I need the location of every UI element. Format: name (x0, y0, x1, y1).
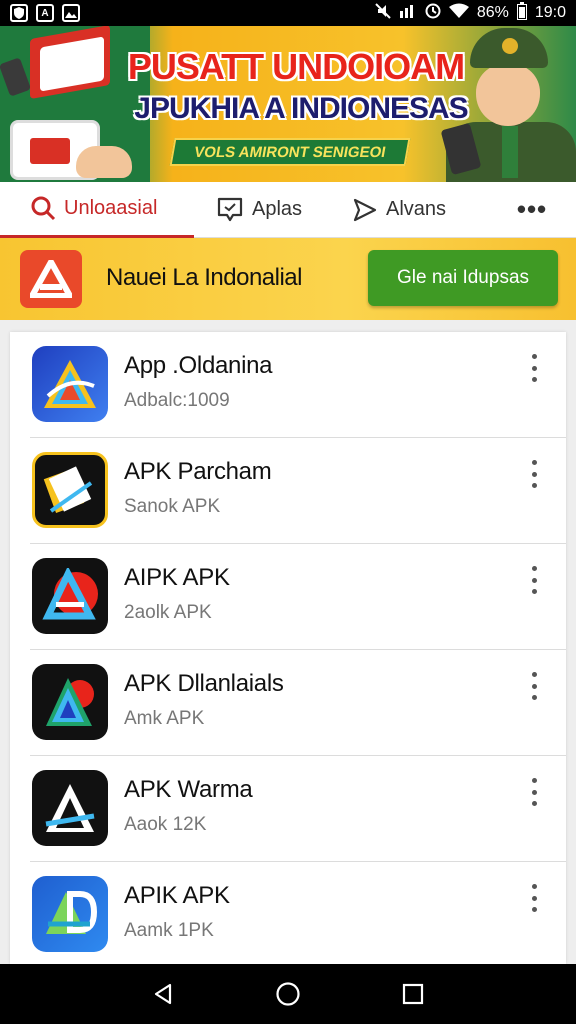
promo-banner[interactable]: PUSATT UNDOIOAM JPUKHIA A INDIONESAS VOL… (0, 26, 576, 182)
promo-title: Nauei La Indonalial (106, 264, 303, 291)
clock-icon (425, 3, 441, 23)
tab-send[interactable]: Alvans (330, 182, 488, 238)
more-options-icon[interactable] (528, 778, 540, 806)
back-icon[interactable] (143, 974, 183, 1014)
tab-apps[interactable]: Aplas (194, 182, 330, 238)
app-icon-red-a (32, 558, 108, 634)
tab-bar: Unloaasial Aplas Alvans ••• (0, 182, 576, 238)
app-subtitle: Adbalc:1009 (124, 390, 230, 411)
tab-label: Aplas (252, 198, 303, 220)
app-icon-teal-a (32, 664, 108, 740)
status-right-icons: 86% 19:0 (375, 2, 566, 24)
tab-search[interactable]: Unloaasial (0, 182, 194, 238)
more-options-icon[interactable] (528, 884, 540, 912)
more-icon[interactable]: ••• (488, 182, 576, 238)
app-name: APK Parcham (124, 458, 272, 485)
shield-icon (10, 4, 28, 22)
banner-title-line2: JPUKHIA A INDIONESAS (134, 92, 468, 125)
list-item[interactable]: APK Warma Aaok 12K (10, 756, 566, 862)
list-item[interactable]: APIK APK Aamk 1PK (10, 862, 566, 964)
data-icon (399, 3, 417, 23)
app-icon-blue-a (32, 346, 108, 422)
more-options-icon[interactable] (528, 672, 540, 700)
status-bar: A 86% 19:0 (0, 0, 576, 26)
home-icon[interactable] (268, 974, 308, 1014)
list-item[interactable]: App .Oldanina Adbalc:1009 (10, 332, 566, 438)
promo-cta-button[interactable]: Gle nai Idupsas (368, 250, 558, 306)
app-name: APK Warma (124, 776, 253, 803)
app-name: AIPK APK (124, 564, 230, 591)
chat-icon (216, 196, 244, 224)
app-subtitle: Amk APK (124, 708, 205, 729)
app-icon-white-a (32, 770, 108, 846)
system-nav-bar (0, 964, 576, 1024)
app-icon-yellow-stack (32, 452, 108, 528)
wifi-icon (448, 3, 469, 23)
app-name: APIK APK (124, 882, 230, 909)
app-list: App .Oldanina Adbalc:1009 APK Parcham Sa… (10, 332, 566, 964)
a-icon: A (36, 4, 54, 22)
app-icon-blue-square (32, 876, 108, 952)
list-item[interactable]: APK Parcham Sanok APK (10, 438, 566, 544)
app-subtitle: Aaok 12K (124, 814, 207, 835)
app-subtitle: Sanok APK (124, 496, 221, 517)
more-options-icon[interactable] (528, 354, 540, 382)
send-icon (352, 197, 378, 223)
battery-percent: 86% (476, 4, 509, 21)
app-name: App .Oldanina (124, 352, 273, 379)
list-item[interactable]: APK Dllanlaials Amk APK (10, 650, 566, 756)
tab-label: Unloaasial (64, 196, 158, 219)
image-icon (62, 4, 80, 22)
app-name: APK Dllanlaials (124, 670, 284, 697)
promo-strip: Nauei La Indonalial Gle nai Idupsas (0, 238, 576, 320)
mute-icon (375, 3, 391, 23)
banner-title-line1: PUSATT UNDOIOAM (127, 46, 465, 87)
banner-illustration-officer (440, 26, 576, 182)
clock-time: 19:0 (534, 4, 566, 21)
app-logo-icon (20, 250, 82, 308)
app-subtitle: 2aolk APK (124, 602, 212, 623)
more-options-icon[interactable] (528, 566, 540, 594)
app-subtitle: Aamk 1PK (124, 920, 214, 941)
status-left-icons: A (10, 4, 80, 22)
battery-icon (516, 2, 527, 24)
list-item[interactable]: AIPK APK 2aolk APK (10, 544, 566, 650)
tab-label: Alvans (386, 198, 447, 220)
more-options-icon[interactable] (528, 460, 540, 488)
banner-ribbon: VOLS AMIRONT SENIGEOI (169, 138, 411, 166)
search-icon (30, 195, 56, 221)
recents-icon[interactable] (393, 974, 433, 1014)
